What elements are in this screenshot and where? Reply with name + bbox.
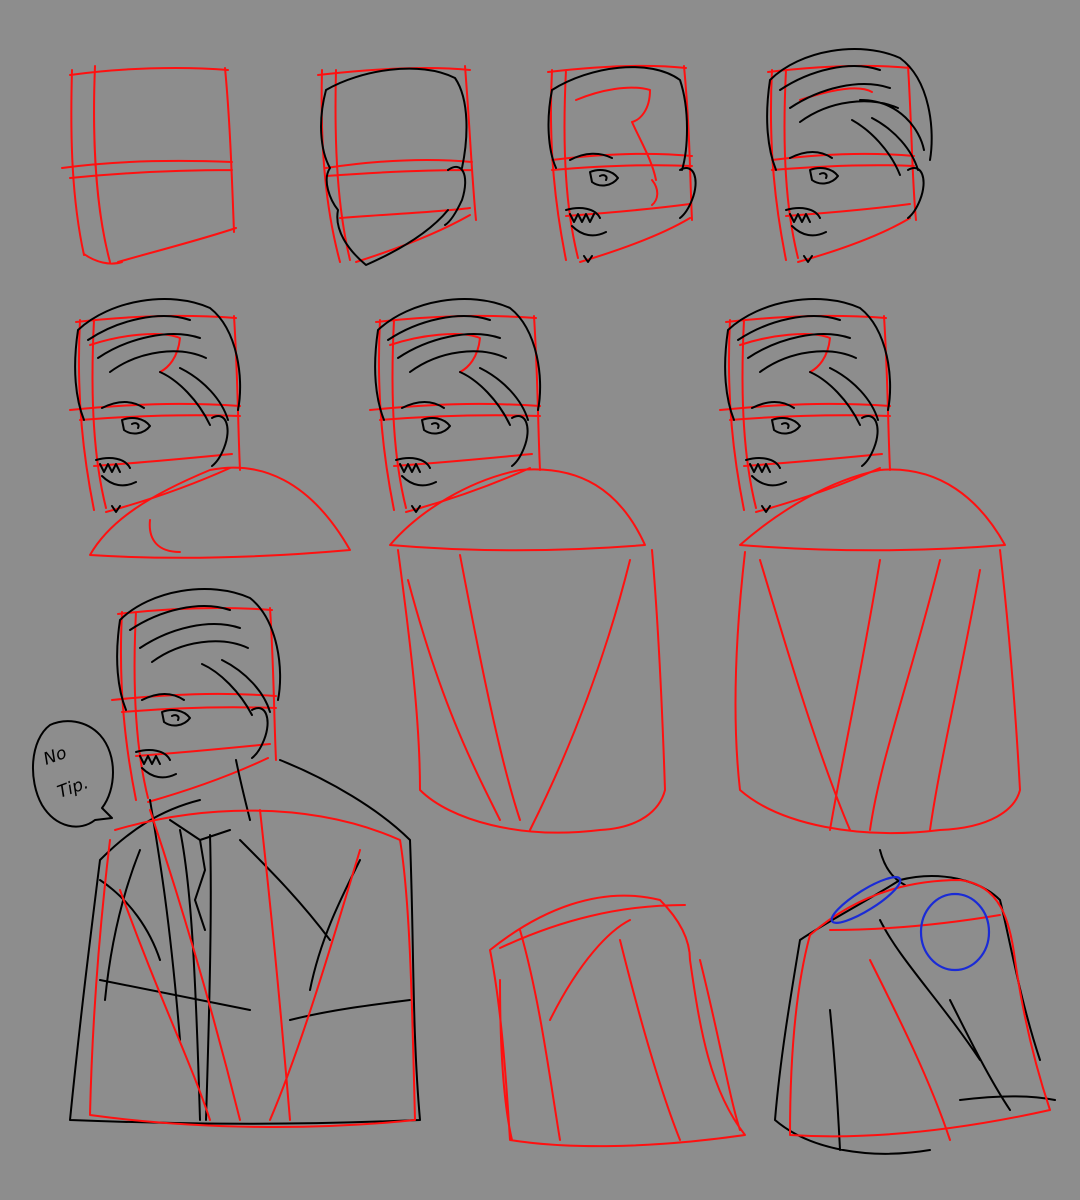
speech-bubble-line-1: No bbox=[41, 743, 70, 770]
stage-2-head-shape bbox=[317, 65, 477, 266]
stage-3-features bbox=[547, 64, 697, 263]
deltoid-circle bbox=[919, 892, 991, 972]
row-2-head-c bbox=[719, 298, 1021, 835]
row-2-head-b bbox=[369, 298, 666, 834]
shoulder-anatomy bbox=[774, 849, 1056, 1155]
suit-figure bbox=[69, 588, 421, 1128]
torso-construction bbox=[489, 894, 746, 1148]
stage-4-hair bbox=[766, 48, 933, 263]
sketch-sheet: No Tip. bbox=[32, 48, 1056, 1155]
row-2-head-a bbox=[69, 298, 351, 559]
stage-1-head-box bbox=[61, 65, 237, 265]
speech-bubble: No Tip. bbox=[32, 720, 114, 828]
speech-bubble-line-2: Tip. bbox=[55, 773, 91, 803]
sketch-canvas: No Tip. bbox=[0, 0, 1080, 1200]
